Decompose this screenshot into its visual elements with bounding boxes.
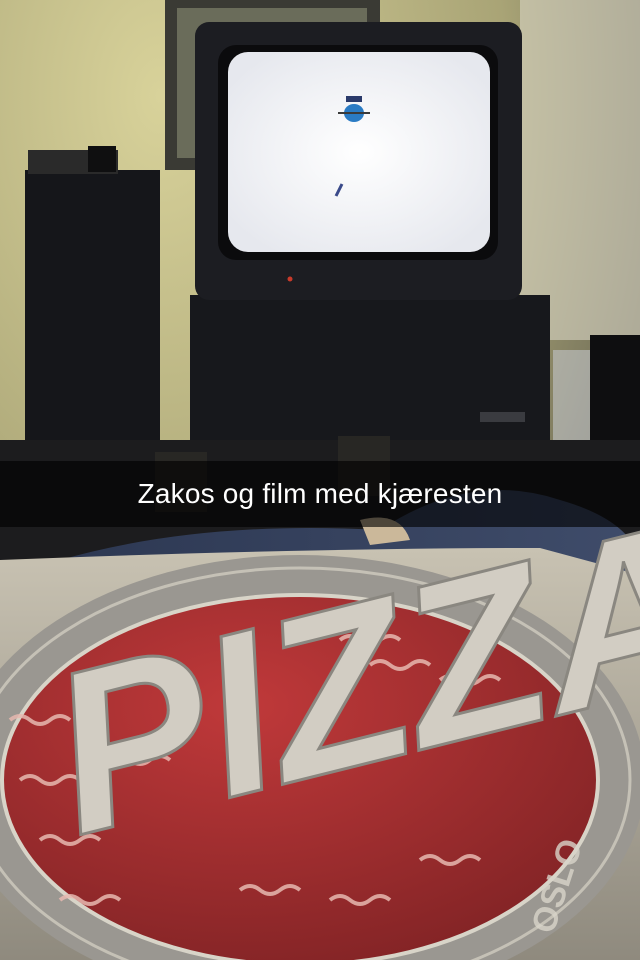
right-box bbox=[590, 335, 640, 445]
snap-caption-bar: Zakos og film med kjæresten bbox=[0, 461, 640, 527]
tv-stand-handle bbox=[480, 412, 525, 422]
small-speaker bbox=[88, 146, 116, 172]
snap-photo: PIZZA OSLO Zakos og film med kjæresten bbox=[0, 0, 640, 960]
speaker-cabinet bbox=[25, 170, 160, 470]
tv-screen bbox=[228, 52, 490, 252]
snap-caption: Zakos og film med kjæresten bbox=[137, 478, 503, 509]
tv-power-led bbox=[287, 276, 293, 282]
wall-right bbox=[520, 0, 640, 340]
